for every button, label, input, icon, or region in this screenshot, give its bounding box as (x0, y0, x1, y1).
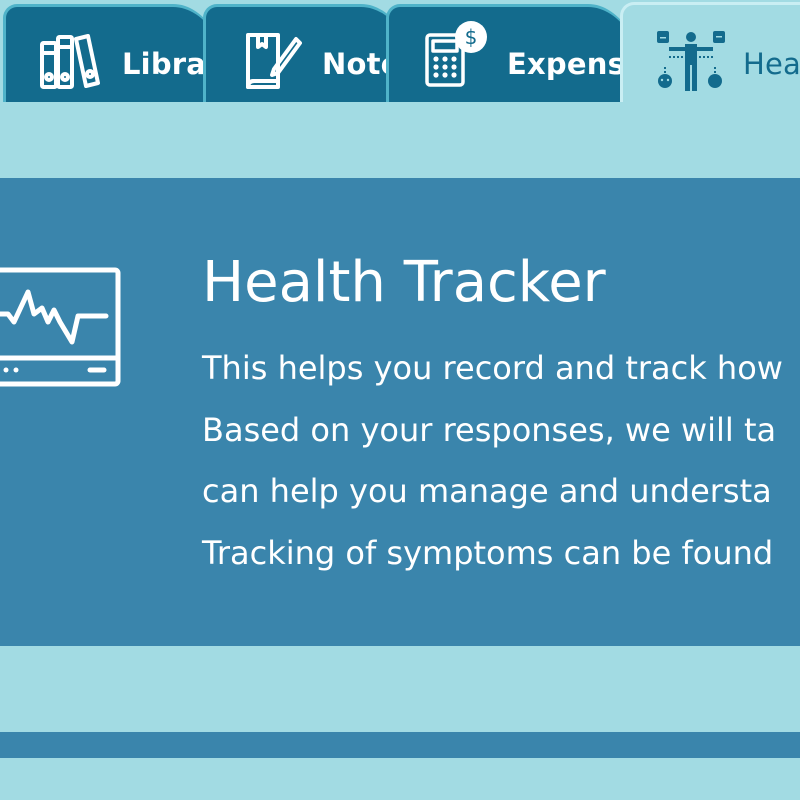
svg-text:$: $ (465, 25, 478, 49)
description-line: Tracking of symptoms can be found (202, 533, 774, 572)
health-tracker-description: This helps you record and track how Base… (202, 338, 783, 584)
app-page: Library Notes $ Expenses Hea Health Trac… (0, 0, 800, 800)
notebook-pencil-icon (246, 33, 302, 89)
health-tracker-panel: Health Tracker This helps you record and… (0, 178, 800, 646)
description-line: Based on your responses, we will ta (202, 410, 777, 449)
tab-health[interactable]: Health (620, 2, 800, 102)
heart-monitor-icon (0, 267, 121, 387)
calculator-dollar-icon: $ (425, 21, 487, 87)
section-divider-band (0, 732, 800, 758)
tab-bar: Library Notes $ Expenses Hea (0, 0, 800, 102)
books-icon (40, 34, 100, 89)
description-line: can help you manage and understa (202, 472, 772, 510)
page-title: Health Tracker (202, 250, 606, 315)
body-symptoms-icon (657, 31, 725, 91)
description-line: This helps you record and track how (202, 349, 783, 387)
tab-library[interactable]: Library (3, 4, 233, 102)
tab-expenses[interactable]: $ Expenses (386, 4, 648, 102)
tab-health-label: Health (743, 47, 800, 81)
